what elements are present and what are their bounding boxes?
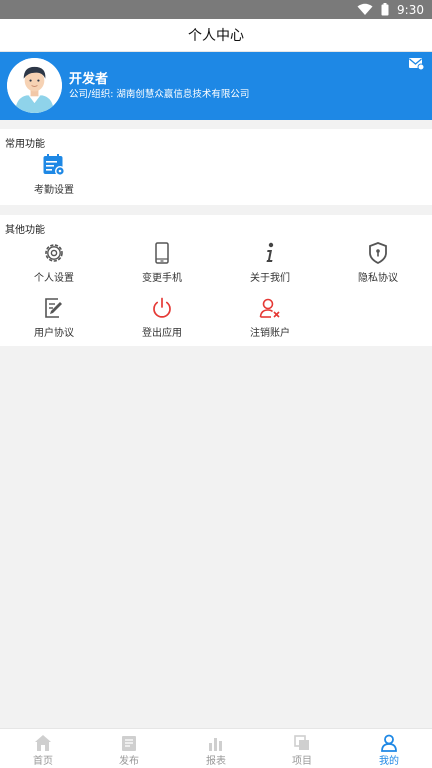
grid-item-label: 用户协议 [34,328,74,339]
grid-item-label: 关于我们 [250,273,290,284]
attendance-settings-icon [43,154,65,176]
section-title: 常用功能 [5,139,45,150]
change-phone-button[interactable]: 变更手机 [108,239,216,291]
grid-item-label: 注销账户 [250,328,290,339]
tab-report[interactable]: 报表 [173,729,259,768]
user-icon [381,734,397,752]
shield-icon [369,242,387,265]
gear-icon [45,244,63,262]
tab-label: 发布 [119,756,139,767]
about-us-button[interactable]: 关于我们 [216,239,324,291]
user-remove-icon [259,298,280,318]
status-time: 9:30 [397,2,424,17]
personal-settings-button[interactable]: 个人设置 [0,239,108,291]
grid-item-label: 隐私协议 [358,273,398,284]
info-icon [266,242,274,262]
project-icon [294,735,309,750]
tab-project[interactable]: 项目 [259,729,345,768]
attendance-settings-button[interactable]: 考勤设置 [0,151,108,203]
phone-icon [155,242,169,264]
other-functions-section: 其他功能 个人设置 变更手机 关于我们 隐私协议 用户协议 登出应用 注销账户 [0,215,432,346]
document-edit-icon [45,298,62,318]
app-header: 个人中心 [0,19,432,52]
bottom-tab-bar: 首页 发布 报表 项目 我的 [0,728,432,768]
privacy-policy-button[interactable]: 隐私协议 [324,239,432,291]
tab-label: 首页 [33,756,53,767]
avatar[interactable] [7,58,62,113]
tab-mine[interactable]: 我的 [346,729,432,768]
tab-label: 报表 [206,756,226,767]
tab-publish[interactable]: 发布 [86,729,172,768]
delete-account-button[interactable]: 注销账户 [216,294,324,346]
status-bar: 9:30 [0,0,432,19]
logout-button[interactable]: 登出应用 [108,294,216,346]
page-title: 个人中心 [188,28,244,44]
common-functions-section: 常用功能 考勤设置 [0,129,432,205]
grid-item-label: 登出应用 [142,328,182,339]
mail-icon [409,58,425,71]
tab-label: 我的 [379,756,399,767]
profile-company: 公司/组织: 湖南创慧众赢信息技术有限公司 [69,89,250,100]
report-icon [209,738,222,751]
power-icon [153,297,171,318]
wifi-icon [357,3,373,15]
tab-home[interactable]: 首页 [0,729,86,768]
grid-item-label: 变更手机 [142,273,182,284]
tab-label: 项目 [292,756,312,767]
grid-item-label: 个人设置 [34,273,74,284]
grid-item-label: 考勤设置 [34,185,74,196]
publish-icon [122,736,136,751]
section-title: 其他功能 [5,225,45,236]
profile-name: 开发者 [69,72,109,87]
home-icon [35,735,51,751]
avatar-illustration-icon [7,58,62,113]
mail-button[interactable] [408,55,425,71]
battery-icon [381,3,389,16]
user-agreement-button[interactable]: 用户协议 [0,294,108,346]
